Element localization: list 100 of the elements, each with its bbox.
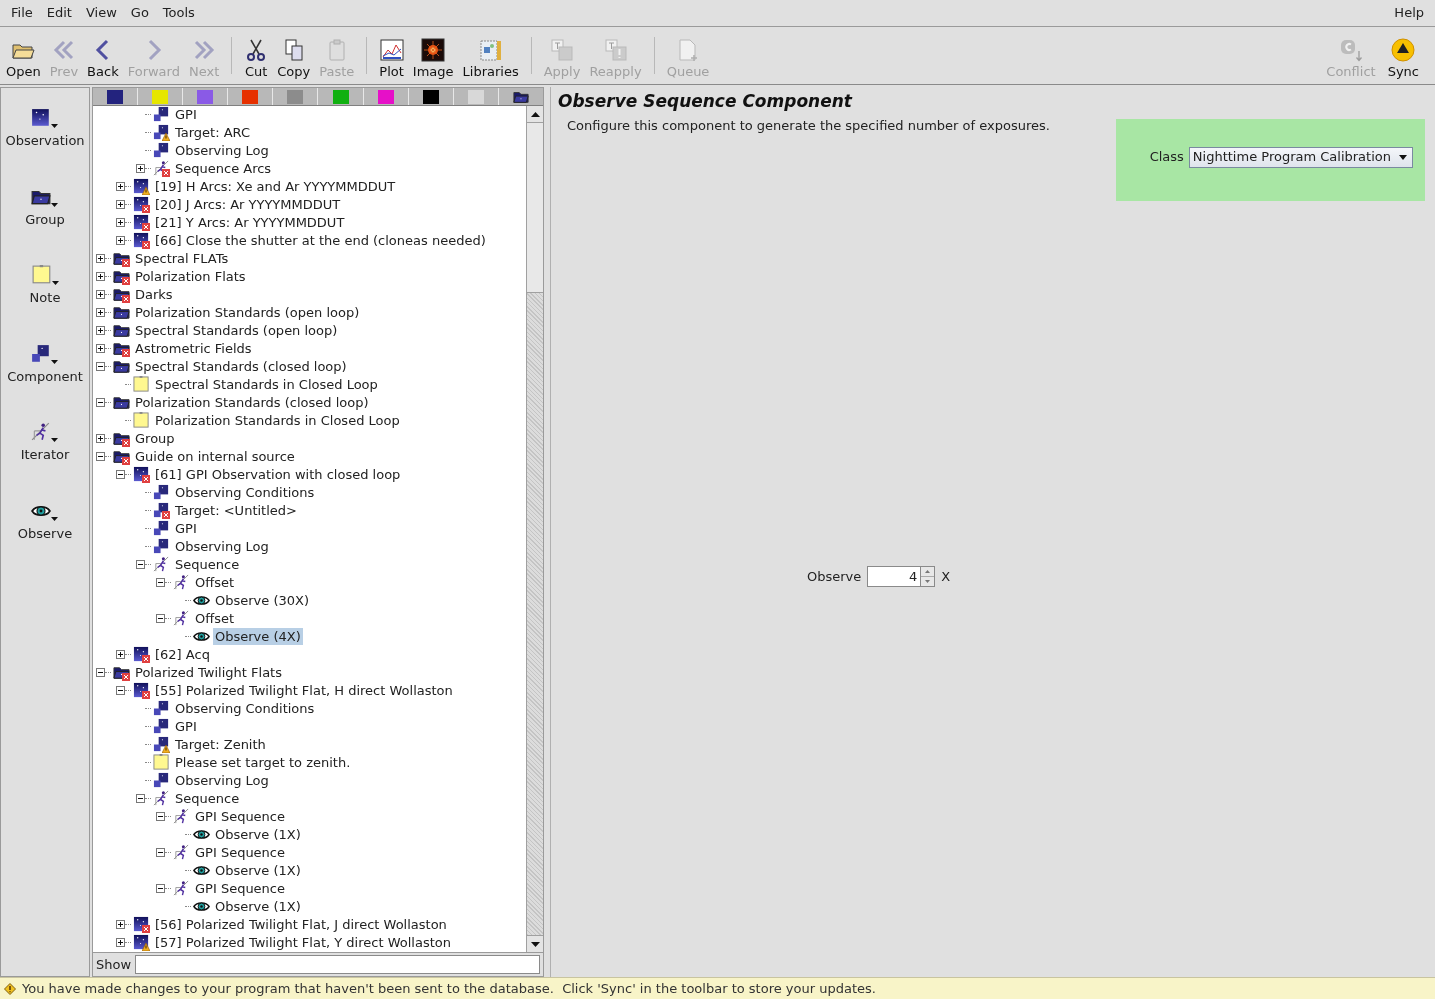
toolbar-button[interactable]: Plot bbox=[375, 27, 408, 84]
tree-item[interactable]: Observing Log bbox=[173, 771, 271, 789]
tree-item[interactable]: GPI bbox=[173, 519, 199, 537]
palette-button[interactable]: Observation bbox=[5, 108, 85, 151]
expand-toggle-icon[interactable] bbox=[116, 919, 125, 929]
tree-item[interactable]: GPI bbox=[173, 717, 199, 735]
color-filter-tab[interactable] bbox=[228, 88, 274, 105]
tree-item[interactable]: [57] Polarized Twilight Flat, Y direct Wollaston bbox=[153, 933, 453, 951]
tree-item[interactable]: [20] J Arcs: Ar YYYYMMDDUT bbox=[153, 195, 343, 213]
tree-item[interactable]: Astrometric Fields bbox=[133, 339, 254, 357]
toolbar-button[interactable]: Open bbox=[2, 27, 45, 84]
observe-count-field[interactable]: 4 bbox=[867, 566, 922, 587]
tree-item[interactable]: GPI Sequence bbox=[193, 843, 287, 861]
color-filter-tab[interactable] bbox=[138, 88, 184, 105]
expand-toggle-icon[interactable] bbox=[96, 343, 105, 353]
expand-toggle-icon[interactable] bbox=[96, 307, 105, 317]
palette-button[interactable]: Group bbox=[25, 186, 65, 229]
tree-item[interactable]: [56] Polarized Twilight Flat, J direct Wollaston bbox=[153, 915, 449, 933]
collapse-toggle-icon[interactable] bbox=[136, 793, 145, 803]
tree-item[interactable]: Observe (1X) bbox=[213, 861, 303, 879]
tree-item[interactable]: Target: <Untitled> bbox=[173, 501, 299, 519]
expand-toggle-icon[interactable] bbox=[96, 433, 105, 443]
color-filter-tab[interactable] bbox=[183, 88, 229, 105]
toolbar-button[interactable]: Back bbox=[83, 27, 123, 84]
color-filter-tab[interactable] bbox=[273, 88, 319, 105]
collapse-toggle-icon[interactable] bbox=[156, 847, 165, 857]
scrollbar-thumb[interactable] bbox=[527, 123, 543, 293]
toolbar-button[interactable]: Sync bbox=[1383, 27, 1423, 84]
palette-button[interactable]: Observe bbox=[17, 500, 73, 543]
tree-item[interactable]: Spectral Standards in Closed Loop bbox=[153, 375, 380, 393]
tree-item[interactable]: Polarization Flats bbox=[133, 267, 248, 285]
toolbar-button[interactable]: Libraries bbox=[458, 27, 523, 84]
tree-item[interactable]: Spectral Standards (open loop) bbox=[133, 321, 340, 339]
tree-item[interactable]: GPI Sequence bbox=[193, 879, 287, 897]
tree-item[interactable]: Observe (1X) bbox=[213, 897, 303, 915]
tree-item[interactable]: [55] Polarized Twilight Flat, H direct Wollaston bbox=[153, 681, 455, 699]
scroll-up-icon[interactable] bbox=[530, 111, 540, 117]
expand-toggle-icon[interactable] bbox=[96, 271, 105, 281]
color-filter-tab[interactable] bbox=[408, 88, 454, 105]
tree-item[interactable]: Sequence bbox=[173, 789, 242, 807]
menu-item[interactable]: Edit bbox=[39, 1, 79, 25]
tree-item[interactable]: Darks bbox=[133, 285, 175, 303]
collapse-toggle-icon[interactable] bbox=[96, 451, 105, 461]
expand-toggle-icon[interactable] bbox=[96, 289, 105, 299]
tree-item[interactable]: GPI Sequence bbox=[193, 807, 287, 825]
collapse-toggle-icon[interactable] bbox=[96, 397, 105, 407]
collapse-toggle-icon[interactable] bbox=[156, 811, 165, 821]
color-filter-tab[interactable] bbox=[363, 88, 409, 105]
palette-button[interactable]: Iterator bbox=[20, 422, 70, 465]
class-dropdown[interactable]: Nighttime Program Calibration bbox=[1188, 146, 1413, 168]
collapse-toggle-icon[interactable] bbox=[116, 469, 125, 479]
expand-toggle-icon[interactable] bbox=[136, 163, 145, 173]
expand-toggle-icon[interactable] bbox=[116, 199, 125, 209]
tree-item[interactable]: Target: Zenith bbox=[173, 735, 268, 753]
expand-toggle-icon[interactable] bbox=[96, 253, 105, 263]
tree-item[interactable]: Polarization Standards (open loop) bbox=[133, 303, 362, 321]
collapse-toggle-icon[interactable] bbox=[156, 883, 165, 893]
toolbar-button[interactable]: Image bbox=[408, 27, 458, 84]
tree-item[interactable]: Observing Conditions bbox=[173, 699, 317, 717]
tree-item[interactable]: Please set target to zenith. bbox=[173, 753, 353, 771]
menu-item[interactable]: View bbox=[78, 1, 124, 25]
expand-toggle-icon[interactable] bbox=[116, 181, 125, 191]
tree-item[interactable]: [19] H Arcs: Xe and Ar YYYYMMDDUT bbox=[153, 177, 398, 195]
scrollbar[interactable] bbox=[526, 106, 543, 952]
color-filter-tab[interactable] bbox=[93, 88, 139, 105]
tree-item[interactable]: Observe (1X) bbox=[213, 825, 303, 843]
tree-item[interactable]: Sequence Arcs bbox=[173, 159, 274, 177]
palette-button[interactable]: Note bbox=[29, 265, 61, 308]
tree-item[interactable]: Observing Log bbox=[173, 537, 271, 555]
tree-item[interactable]: Group bbox=[133, 429, 177, 447]
tree-item[interactable]: Offset bbox=[193, 609, 237, 627]
collapse-toggle-icon[interactable] bbox=[96, 361, 105, 371]
collapse-toggle-icon[interactable] bbox=[96, 667, 105, 677]
color-filter-tab[interactable] bbox=[318, 88, 364, 105]
tree-item[interactable]: Observing Conditions bbox=[173, 483, 317, 501]
scroll-down-icon[interactable] bbox=[530, 941, 540, 947]
tree-item[interactable]: Sequence bbox=[173, 555, 242, 573]
tree-item[interactable]: Spectral FLATs bbox=[133, 249, 231, 267]
expand-toggle-icon[interactable] bbox=[96, 325, 105, 335]
tree-item[interactable]: Polarization Standards in Closed Loop bbox=[153, 411, 402, 429]
toolbar-button[interactable]: Copy bbox=[273, 27, 315, 84]
spinner-up-button[interactable] bbox=[921, 567, 935, 577]
color-filter-tab[interactable] bbox=[453, 88, 499, 105]
collapse-toggle-icon[interactable] bbox=[136, 559, 145, 569]
group-filter-tab[interactable] bbox=[498, 88, 543, 105]
expand-toggle-icon[interactable] bbox=[116, 217, 125, 227]
tree-item[interactable]: [21] Y Arcs: Ar YYYYMMDDUT bbox=[153, 213, 347, 231]
menu-item[interactable]: Go bbox=[123, 1, 156, 25]
tree-item[interactable]: Observing Log bbox=[173, 141, 271, 159]
tree-item[interactable]: Polarization Standards (closed loop) bbox=[133, 393, 371, 411]
tree-item[interactable]: Guide on internal source bbox=[133, 447, 297, 465]
menu-item[interactable]: File bbox=[4, 1, 40, 25]
collapse-toggle-icon[interactable] bbox=[156, 613, 165, 623]
tree-item[interactable]: Observe (30X) bbox=[213, 591, 311, 609]
tree-item[interactable]: Offset bbox=[193, 573, 237, 591]
tree-item[interactable]: [66] Close the shutter at the end (cloneas needed) bbox=[153, 231, 488, 249]
show-field[interactable] bbox=[135, 955, 540, 974]
collapse-toggle-icon[interactable] bbox=[116, 685, 125, 695]
tree-item[interactable]: GPI bbox=[173, 105, 199, 123]
expand-toggle-icon[interactable] bbox=[116, 649, 125, 659]
